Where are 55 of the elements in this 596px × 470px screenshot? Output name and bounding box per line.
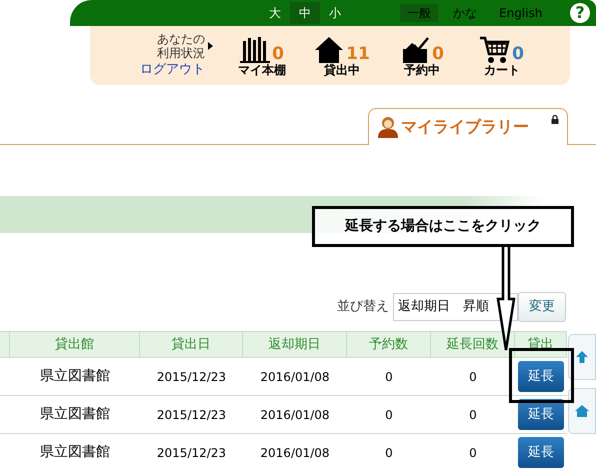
table-cell-text: 2015/12/23 [156,406,228,424]
callout-box: 延長する場合はここをクリック [312,206,574,247]
counter-button[interactable]: 0 カート [471,34,533,76]
table-cell-text: 県立図書館 [39,443,111,462]
house-icon [314,34,344,62]
usage-link[interactable]: あなたの [157,32,205,46]
extend-button[interactable]: 延長 [518,361,564,392]
arrow-up-icon [576,351,588,363]
font-size-button[interactable]: 小 [320,2,350,24]
sort-label: 並び替え [337,298,389,316]
count-label: 0 [432,44,444,62]
table-cell-text: 0 [384,406,394,424]
language-button[interactable]: English [492,4,550,22]
counter-button[interactable]: 0 マイ本棚 [231,34,293,76]
bookshelf-icon [240,34,270,62]
table-cell-text: 2016/01/08 [259,406,331,424]
column-header: 貸出館 [10,332,140,357]
table-cell-text: 2016/01/08 [259,368,331,386]
table-cell-text: 0 [384,444,394,462]
table-cell-text: 0 [384,368,394,386]
count-label: 0 [272,44,284,62]
language-button[interactable]: かな [446,4,484,22]
font-size-button[interactable]: 中 [290,2,320,24]
scroll-top-button[interactable] [568,334,596,380]
font-size-button[interactable]: 大 [260,2,290,24]
table-cell-text: 0 [468,444,478,462]
house-icon [575,405,589,417]
counter-button[interactable]: 11 貸出中 [311,34,373,76]
extend-button[interactable]: 延長 [518,437,564,468]
person-icon [377,116,399,138]
table-cell-text: 県立図書館 [39,405,111,424]
highlight-frame [509,348,574,403]
logout-link[interactable]: ログアウト [140,60,205,80]
counter-button[interactable]: 0 予約中 [391,34,453,76]
lock-icon [551,115,559,124]
help-button[interactable]: ? [570,3,590,23]
table-cell-text: 2015/12/23 [156,444,228,462]
tray-check-icon [400,34,430,62]
home-button[interactable] [568,388,596,434]
usage-link[interactable]: 利用状況 [157,46,205,60]
count-label: 0 [512,44,524,62]
extend-button[interactable]: 延長 [518,399,564,430]
table-cell-text: 0 [468,406,478,424]
count-label: 11 [346,44,370,62]
table-cell-text: 0 [468,368,478,386]
table-cell-text: 2015/12/23 [156,368,228,386]
table-cell-text: 2016/01/08 [259,444,331,462]
cart-icon [480,34,510,62]
triangle-icon [208,42,213,50]
column-header: 貸出日 [140,332,243,357]
change-button[interactable]: 変更 [518,292,566,322]
table-cell-text: 県立図書館 [39,367,111,386]
my-library-tab[interactable]: マイライブラリー [368,108,568,145]
column-header: 予約数 [347,332,431,357]
column-header: 返却期日 [243,332,347,357]
